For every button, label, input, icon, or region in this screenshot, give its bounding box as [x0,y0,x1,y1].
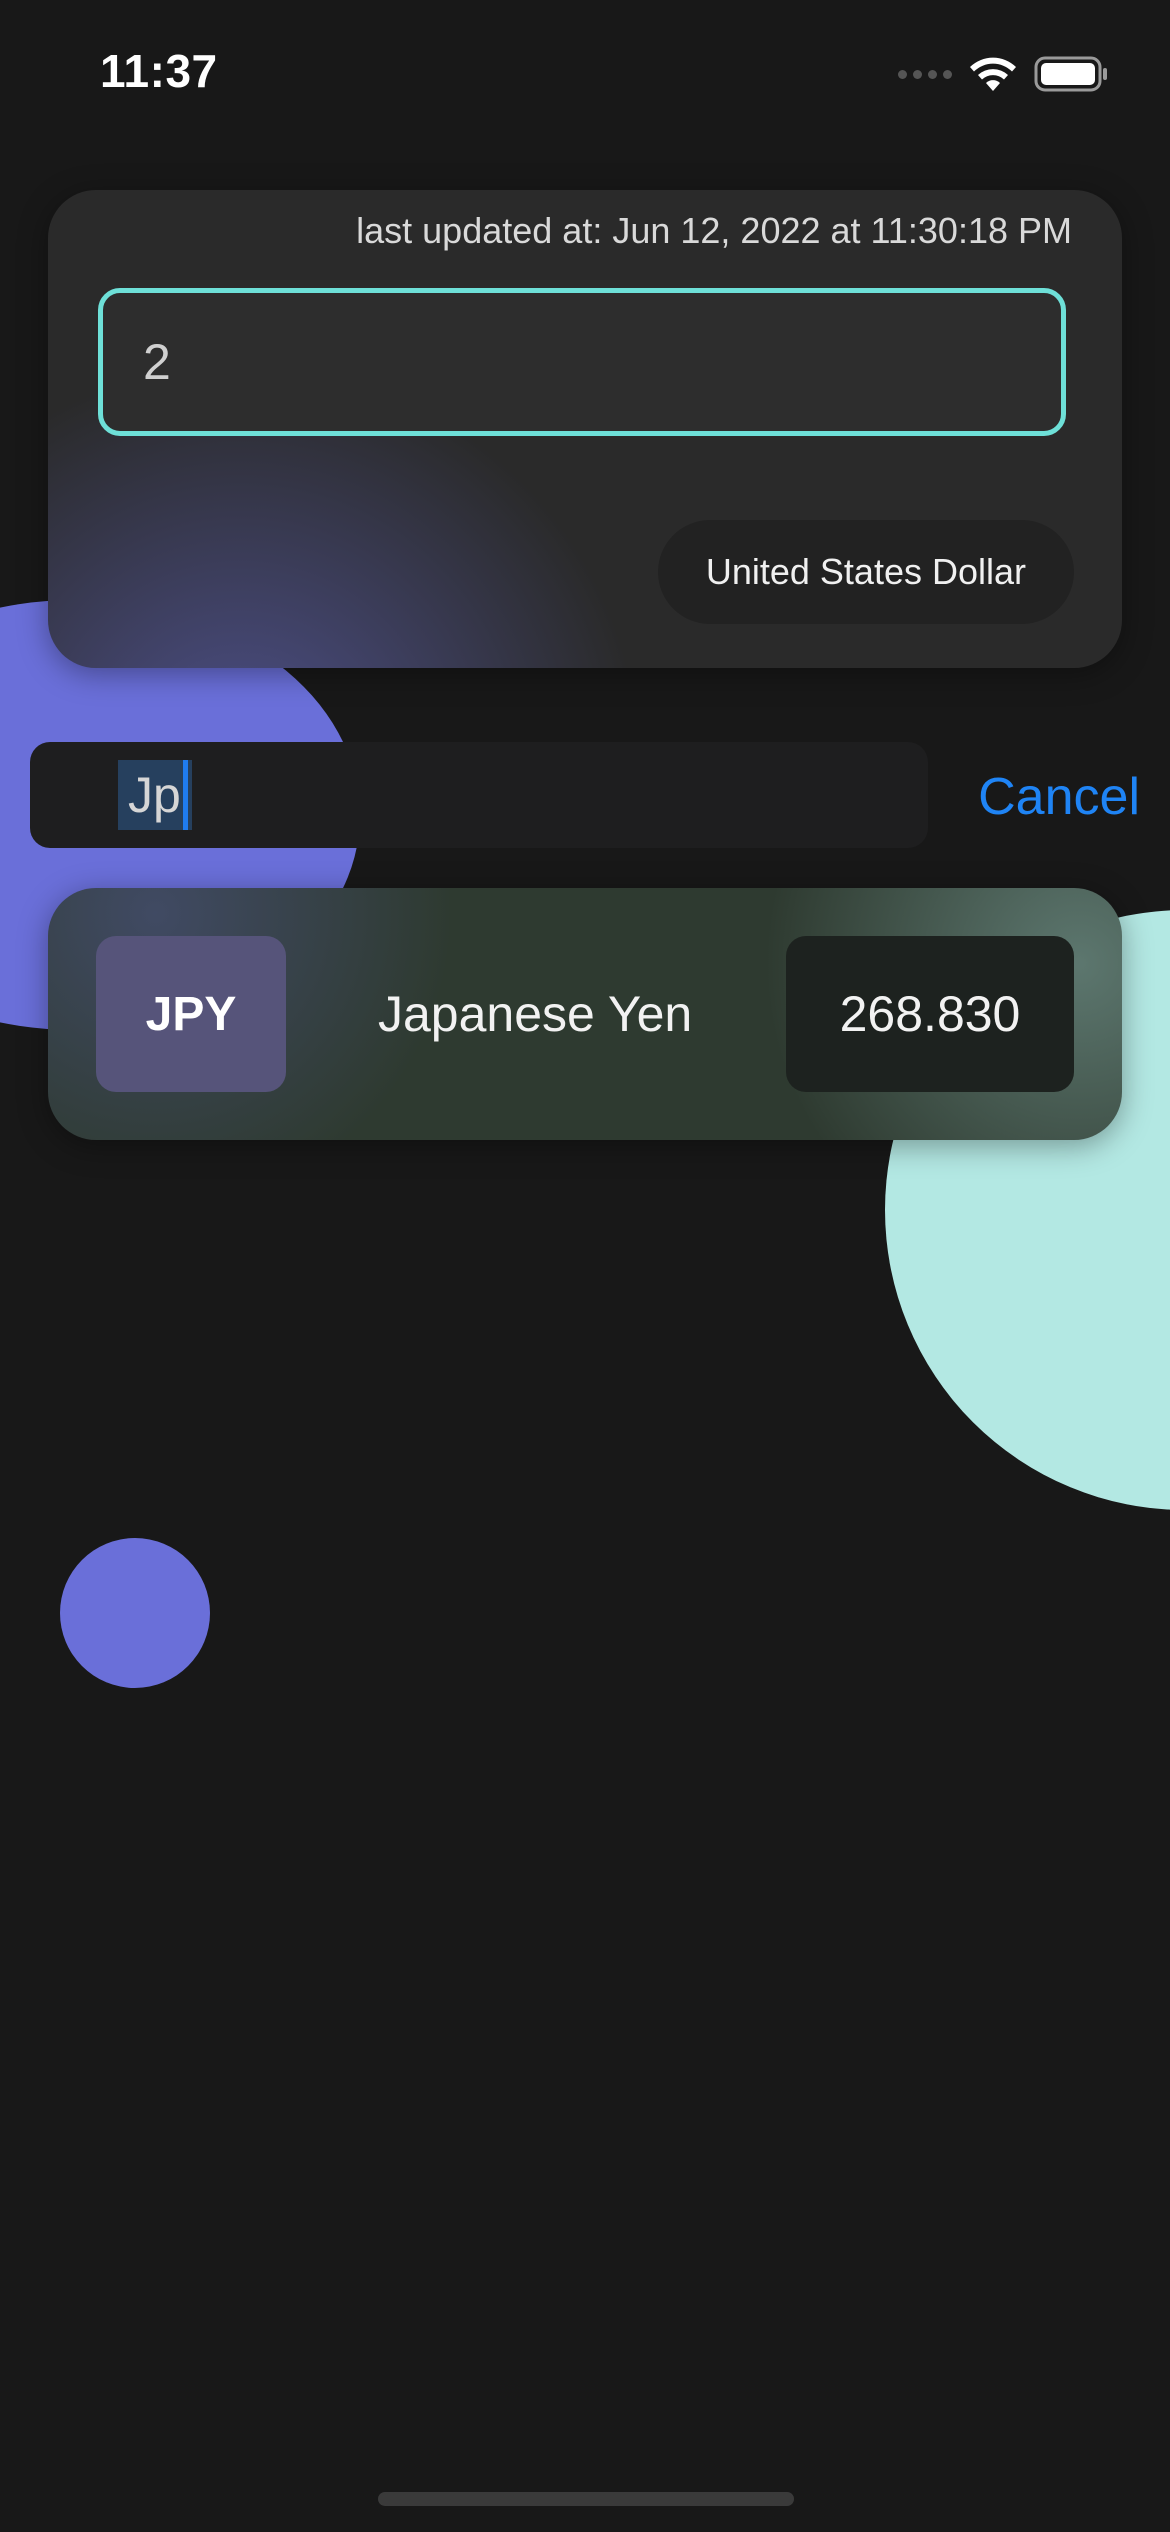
currency-name: Japanese Yen [378,986,693,1042]
wifi-icon [970,57,1016,91]
status-time: 11:37 [100,45,218,97]
home-indicator [378,2492,794,2506]
search-input[interactable]: Jp [30,742,928,848]
converter-card: last updated at: Jun 12, 2022 at 11:30:1… [48,190,1122,668]
text-cursor [182,760,188,830]
last-updated-label: last updated at: Jun 12, 2022 at 11:30:1… [356,210,1072,251]
conversion-rate-value: 268.830 [786,936,1074,1092]
search-query-text: Jp [128,767,181,823]
status-bar: 11:37 [0,0,1170,150]
signal-icon [898,69,952,79]
status-icons [898,52,1110,96]
cancel-button[interactable]: Cancel [978,762,1140,832]
small-purple-background-circle [60,1538,210,1688]
base-currency-button[interactable]: United States Dollar [657,520,1074,624]
currency-result-row[interactable]: JPY Japanese Yen 268.830 [48,888,1122,1140]
battery-icon [1034,56,1107,92]
currency-code-badge: JPY [96,936,286,1092]
app-screen: 11:37 last updated at: Jun 12, 2022 at 1… [0,0,1170,2532]
amount-input[interactable]: 2 [98,288,1066,436]
search-selection: Jp [118,760,192,830]
